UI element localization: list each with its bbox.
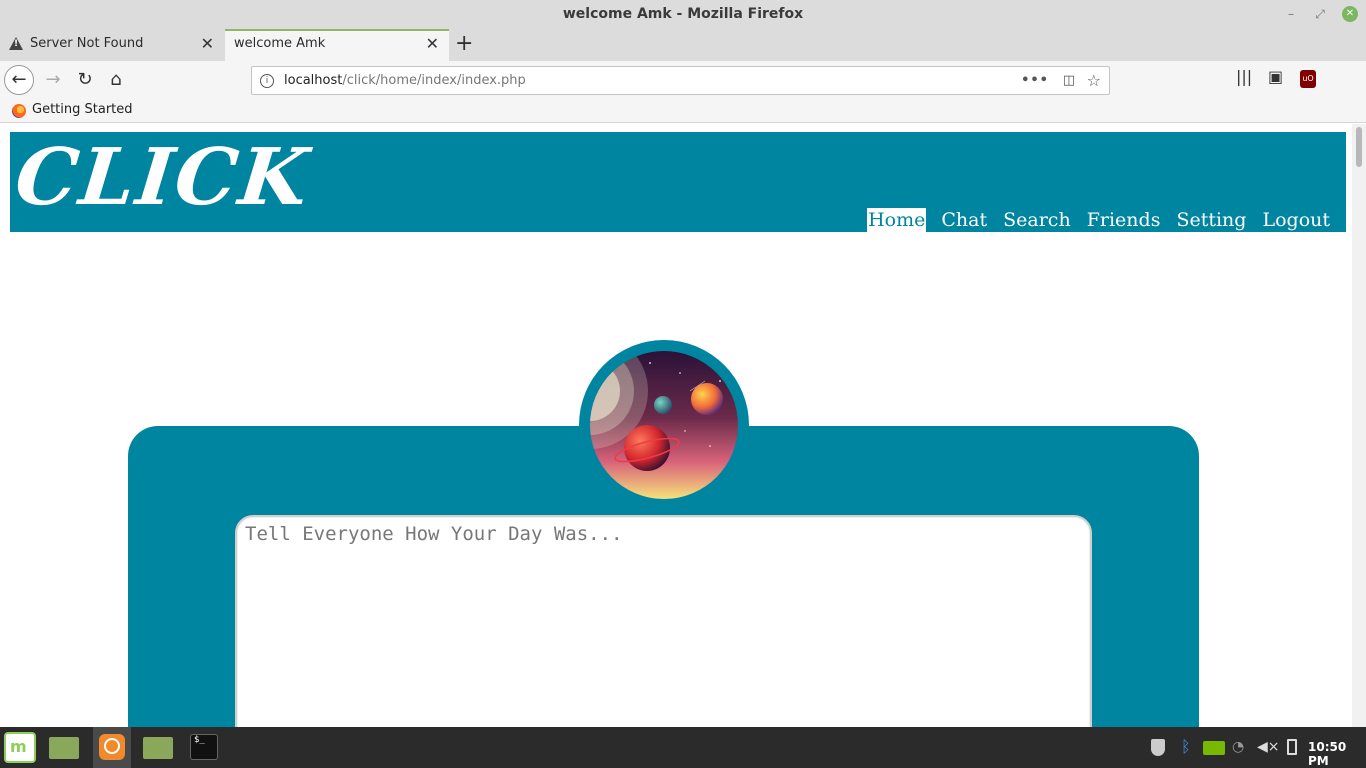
close-window-button[interactable]: ✕ [1342,6,1358,22]
pocket-icon[interactable]: ◫ [1063,67,1075,94]
minimize-button[interactable]: – [1283,6,1299,22]
profile-avatar-frame [579,340,749,510]
nav-home[interactable]: Home [867,208,927,232]
nav-logout[interactable]: Logout [1254,208,1338,232]
nav-chat[interactable]: Chat [933,208,995,232]
tab-label: Server Not Found [30,36,144,51]
nav-search[interactable]: Search [995,208,1079,232]
files-icon[interactable] [143,737,173,759]
nav-friends[interactable]: Friends [1079,208,1169,232]
home-button[interactable]: ⌂ [101,65,131,95]
sidebar-icon[interactable]: ▣ [1268,67,1283,86]
back-button[interactable]: ← [4,65,34,95]
site-logo[interactable]: CLICK [11,132,314,223]
os-taskbar: m $_ ᛒ ◔ ◀× 10:50 PM [0,727,1366,768]
firefox-icon[interactable] [99,734,125,760]
site-nav: Home Chat Search Friends Setting Logout [867,208,1338,232]
status-textarea[interactable] [237,517,1090,727]
bookmark-getting-started[interactable]: Getting Started [32,102,133,117]
space-planets-image [590,351,738,499]
window-title: welcome Amk - Mozilla Firefox [562,6,804,22]
avatar[interactable] [590,351,738,499]
wifi-icon[interactable]: ◔ [1232,739,1244,755]
nav-setting[interactable]: Setting [1168,208,1254,232]
clock[interactable]: 10:50 PM [1308,740,1366,768]
tab-server-not-found[interactable]: ! Server Not Found ✕ [0,29,224,61]
mint-menu-icon[interactable]: m [4,732,36,763]
forward-button[interactable]: → [38,65,68,95]
mint-menu-glyph: m [10,737,27,756]
page-content: CLICK Home Chat Search Friends Setting L… [0,124,1352,727]
bluetooth-icon[interactable]: ᛒ [1181,737,1191,756]
site-header: CLICK Home Chat Search Friends Setting L… [10,132,1346,232]
nvidia-icon[interactable] [1203,741,1225,755]
url-path: /click/home/index/index.php [342,73,526,88]
close-tab-icon[interactable]: ✕ [201,29,214,59]
reload-button[interactable]: ↻ [70,65,100,95]
tab-welcome[interactable]: welcome Amk ✕ [225,29,449,61]
status-post-box [235,515,1092,727]
files-icon[interactable] [49,737,79,759]
firefox-icon [12,104,26,118]
scrollbar-thumb[interactable] [1356,127,1362,167]
library-icon[interactable]: ||| [1236,67,1252,86]
close-tab-icon[interactable]: ✕ [426,31,439,57]
bookmark-star-icon[interactable]: ☆ [1087,67,1101,94]
tab-label: welcome Amk [234,36,326,51]
url-text[interactable]: localhost/click/home/index/index.php [284,67,526,94]
warning-icon: ! [9,37,23,50]
page-scrollbar[interactable] [1352,124,1366,727]
update-shield-icon[interactable] [1151,739,1165,756]
ublock-icon[interactable]: uO [1300,70,1316,88]
page-actions-icon[interactable]: ••• [1021,67,1049,94]
maximize-button[interactable]: ⤢ [1312,6,1328,22]
new-tab-button[interactable]: + [455,29,473,59]
terminal-icon[interactable]: $_ [190,734,218,760]
navigation-toolbar: ← → ↻ ⌂ i localhost/click/home/index/ind… [0,61,1366,158]
url-bar[interactable]: i localhost/click/home/index/index.php •… [251,66,1110,95]
tab-bar: ! Server Not Found ✕ welcome Amk ✕ + [0,29,1366,61]
window-titlebar: welcome Amk - Mozilla Firefox – ⤢ ✕ [0,0,1366,29]
site-info-icon[interactable]: i [260,74,274,88]
battery-icon[interactable] [1287,739,1297,755]
bookmarks-toolbar: Getting Started [0,99,1366,123]
volume-icon[interactable]: ◀× [1257,739,1280,755]
url-host: localhost [284,73,343,88]
